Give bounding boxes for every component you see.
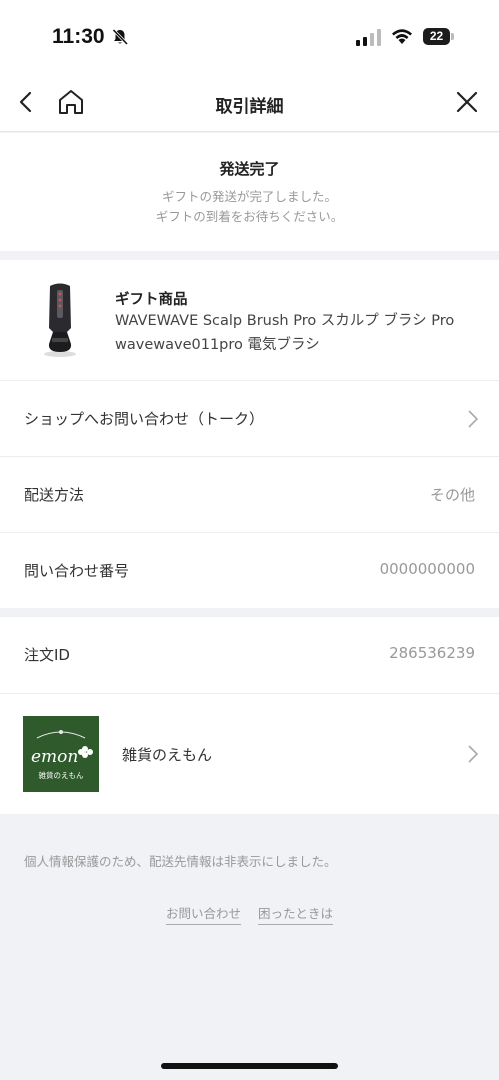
- product-image: [44, 283, 76, 357]
- shop-row[interactable]: emon 雑貨のえもん 雑貨のえもん: [0, 693, 499, 814]
- shipment-status-card: 発送完了 ギフトの発送が完了しました。 ギフトの到着をお待ちください。: [0, 133, 499, 251]
- chevron-right-icon: [468, 410, 479, 428]
- shop-logo-subtext: 雑貨のえもん: [39, 770, 84, 780]
- contact-link[interactable]: お問い合わせ: [165, 903, 241, 925]
- battery-tip: [451, 33, 454, 40]
- shop-name: 雑貨のえもん: [122, 746, 213, 764]
- wifi-icon: [392, 29, 412, 44]
- battery-icon: 22: [423, 28, 450, 45]
- shop-logo-text: emon: [31, 747, 78, 767]
- order-id-label: 注文ID: [24, 646, 70, 664]
- signal-icon: [356, 29, 381, 46]
- order-shop-card: 注文ID 286536239 emon 雑貨のえもん 雑貨のえもん: [0, 617, 499, 814]
- inquiry-number-row: 問い合わせ番号 0000000000: [0, 532, 499, 608]
- privacy-note: 個人情報保護のため、配送先情報は非表示にしました。: [24, 854, 337, 869]
- product-name: WAVEWAVE Scalp Brush Pro スカルプ ブラシ Pro wa…: [115, 313, 455, 353]
- product-label: ギフト商品: [115, 292, 188, 308]
- shipping-method-row: 配送方法 その他: [0, 456, 499, 532]
- bell-slash-icon: [112, 28, 129, 46]
- status-time: 11:30: [52, 25, 105, 48]
- contact-shop-label: ショップへお問い合わせ（トーク）: [24, 410, 265, 428]
- inquiry-number-value: 0000000000: [379, 560, 475, 578]
- gift-product: ギフト商品 WAVEWAVE Scalp Brush Pro スカルプ ブラシ …: [0, 260, 499, 380]
- footer-links: お問い合わせ 困ったときは: [0, 903, 499, 925]
- inquiry-number-label: 問い合わせ番号: [24, 562, 130, 580]
- shop-logo: emon 雑貨のえもん: [23, 716, 99, 792]
- status-message-line2: ギフトの到着をお待ちください。: [155, 209, 344, 224]
- close-icon[interactable]: [455, 90, 479, 114]
- shipping-method-label: 配送方法: [24, 486, 85, 504]
- status-title: 発送完了: [219, 160, 280, 178]
- status-message-line1: ギフトの発送が完了しました。: [161, 189, 337, 204]
- home-indicator: [161, 1063, 338, 1069]
- shipping-method-value: その他: [429, 486, 475, 504]
- order-id-value: 286536239: [389, 644, 475, 662]
- help-link[interactable]: 困ったときは: [258, 903, 334, 925]
- chevron-right-icon: [468, 745, 479, 763]
- page-title: 取引詳細: [215, 97, 284, 117]
- order-details-card: ギフト商品 WAVEWAVE Scalp Brush Pro スカルプ ブラシ …: [0, 260, 499, 608]
- nav-bar: 取引詳細: [0, 72, 499, 132]
- status-bar: 11:30 22: [0, 0, 499, 72]
- order-id-row: 注文ID 286536239: [0, 617, 499, 693]
- contact-shop-row[interactable]: ショップへお問い合わせ（トーク）: [0, 380, 499, 456]
